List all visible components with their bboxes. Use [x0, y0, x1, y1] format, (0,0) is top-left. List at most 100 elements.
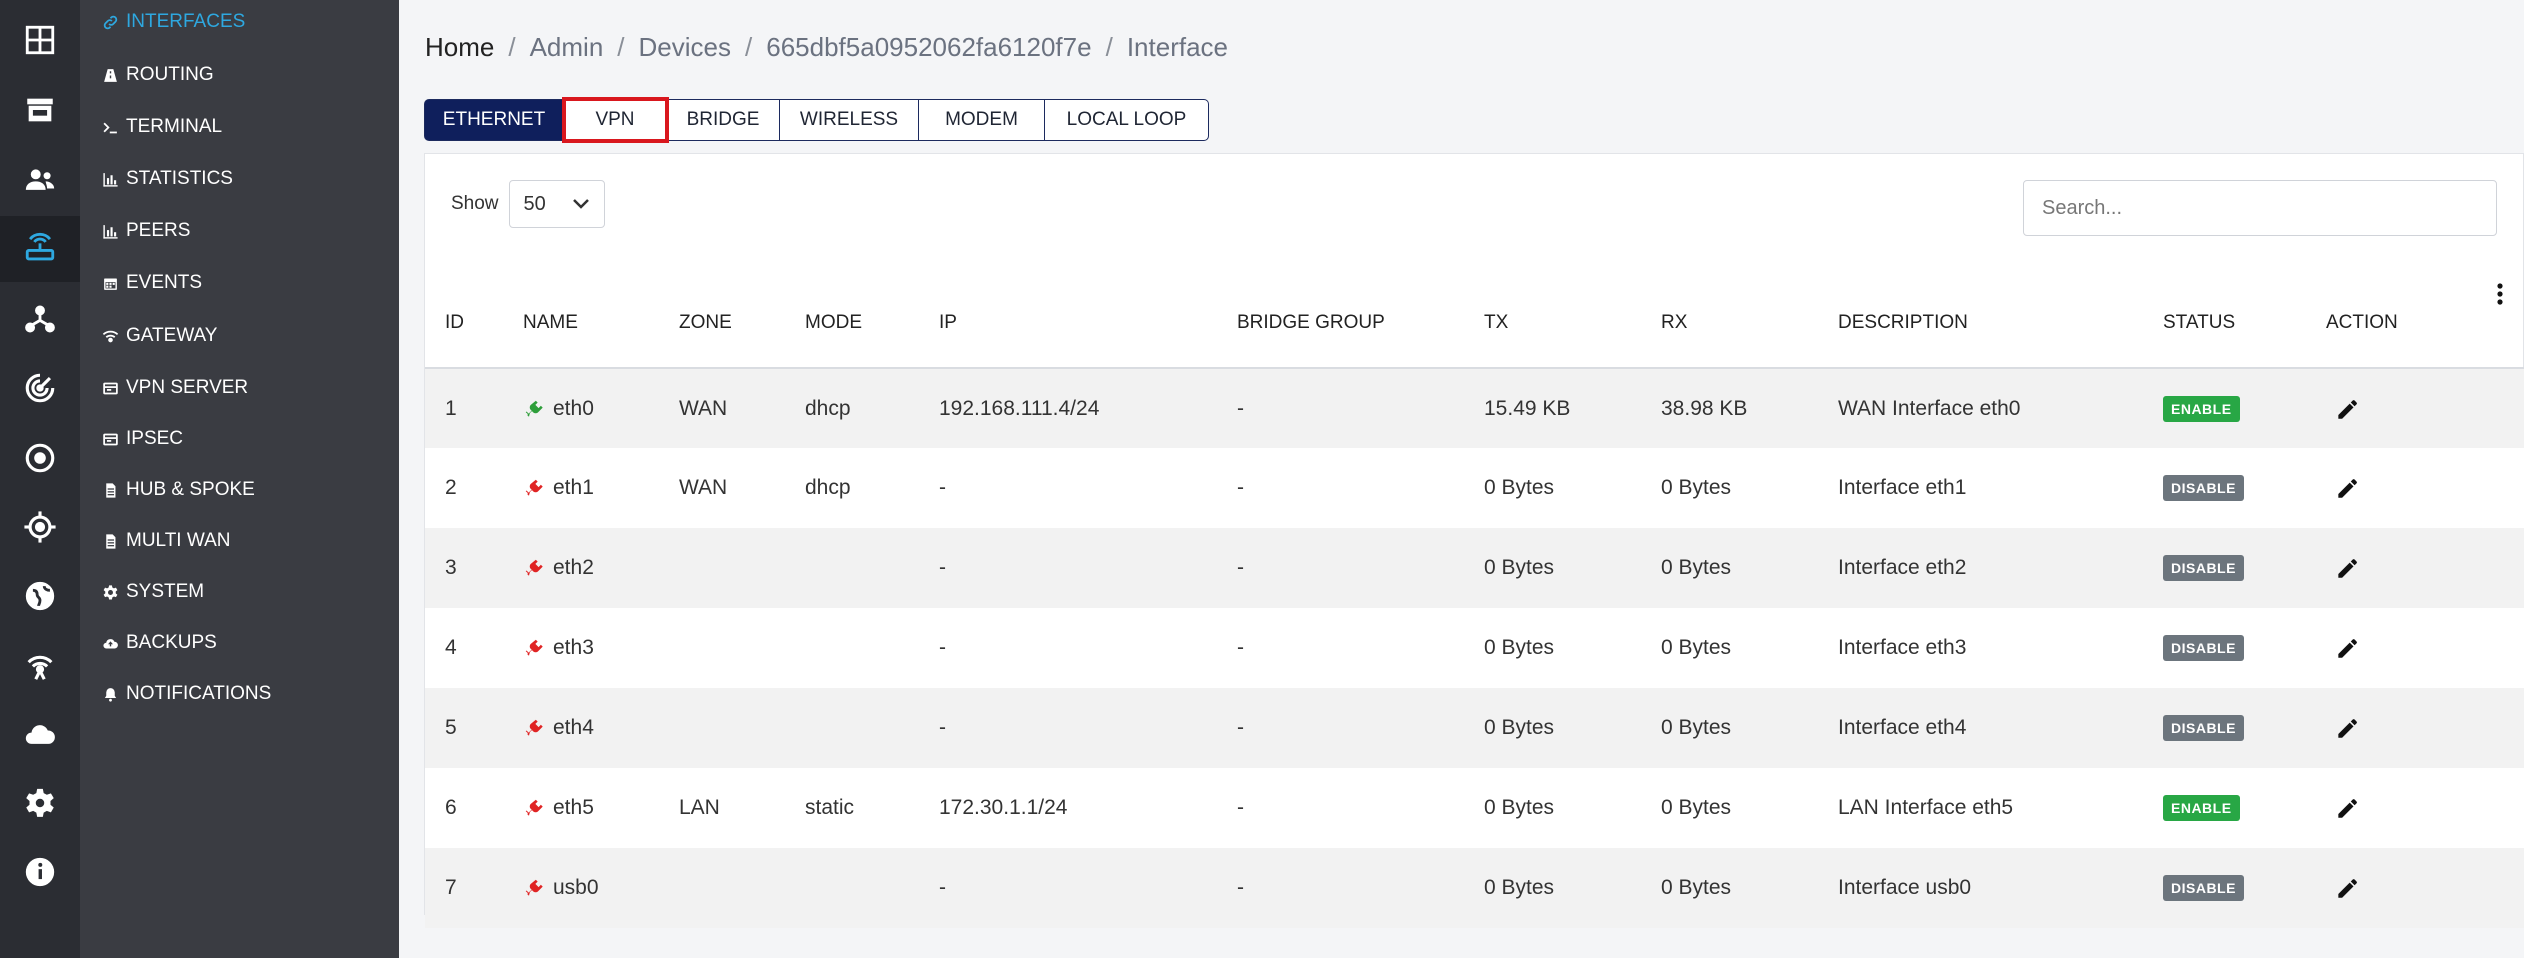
subnav-item-ipsec[interactable]: IPSEC — [102, 419, 183, 459]
subnav-label: STATISTICS — [126, 168, 233, 189]
cell-mode: static — [785, 768, 919, 848]
server-icon — [103, 433, 118, 445]
cell-tx: 0 Bytes — [1464, 608, 1641, 688]
gear-icon — [103, 584, 118, 599]
subnav-item-peers[interactable]: PEERS — [102, 211, 190, 251]
subnav-label: MULTI WAN — [126, 530, 231, 551]
icon-rail — [0, 0, 80, 958]
radar-icon[interactable] — [0, 355, 80, 421]
column-header-zone[interactable]: ZONE — [659, 270, 785, 369]
cell-bridge: - — [1217, 768, 1464, 848]
breadcrumb-device-id[interactable]: 665dbf5a0952062fa6120f7e — [766, 32, 1091, 63]
cell-bridge: - — [1217, 608, 1464, 688]
cell-bridge: - — [1217, 448, 1464, 528]
bar-chart-icon — [103, 172, 118, 187]
subnav-item-system[interactable]: SYSTEM — [102, 572, 204, 612]
cell-ip: - — [919, 688, 1217, 768]
status-badge: ENABLE — [2163, 395, 2240, 422]
subnav-item-gateway[interactable]: GATEWAY — [102, 316, 217, 356]
edit-pencil-icon[interactable] — [2326, 715, 2524, 741]
subnav-item-statistics[interactable]: STATISTICS — [102, 159, 233, 199]
column-header-id[interactable]: ID — [425, 270, 503, 369]
cell-name: eth2 — [503, 528, 659, 608]
terminal-icon — [103, 122, 117, 133]
subnav-item-routing[interactable]: ROUTING — [102, 55, 214, 95]
network-topology-icon[interactable] — [0, 286, 80, 352]
globe-icon[interactable] — [0, 563, 80, 629]
table-row: 4 eth3- -0 Bytes 0 Bytes Interface eth3 DISAB… — [425, 608, 2524, 688]
edit-pencil-icon[interactable] — [2326, 475, 2524, 501]
column-header-description[interactable]: DESCRIPTION — [1818, 270, 2143, 369]
breadcrumb-admin[interactable]: Admin — [530, 32, 604, 63]
subnav-item-interfaces[interactable]: INTERFACES — [102, 2, 245, 42]
cell-tx: 0 Bytes — [1464, 448, 1641, 528]
search-input[interactable] — [2023, 180, 2497, 236]
router-icon[interactable] — [0, 216, 80, 282]
breadcrumb: Home / Admin / Devices / 665dbf5a0952062… — [425, 32, 1228, 63]
column-header-tx[interactable]: TX — [1464, 270, 1641, 369]
cell-id: 1 — [425, 368, 503, 448]
subnav-item-hub-spoke[interactable]: HUB & SPOKE — [102, 470, 255, 510]
interface-name: eth5 — [553, 796, 594, 819]
tab-local-loop[interactable]: LOCAL LOOP — [1045, 99, 1209, 141]
subnav-item-notifications[interactable]: NOTIFICATIONS — [102, 674, 271, 714]
store-icon[interactable] — [0, 77, 80, 143]
cell-tx: 0 Bytes — [1464, 768, 1641, 848]
cell-name: eth0 — [503, 368, 659, 448]
tab-vpn[interactable]: VPN — [562, 97, 669, 143]
crosshair-icon[interactable] — [0, 494, 80, 560]
subnav-label: HUB & SPOKE — [126, 479, 255, 500]
cell-zone — [659, 528, 785, 608]
cell-bridge: - — [1217, 848, 1464, 928]
page-size-control: Show 50 — [451, 180, 605, 228]
wifi-icon — [102, 330, 119, 342]
antenna-broadcast-icon[interactable] — [0, 632, 80, 698]
table-row: 7 usb0- -0 Bytes 0 Bytes Interface usb0 DISAB… — [425, 848, 2524, 928]
cell-desc: Interface eth1 — [1818, 448, 2143, 528]
subnav-item-multi-wan[interactable]: MULTI WAN — [102, 521, 231, 561]
subnav-item-backups[interactable]: BACKUPS — [102, 623, 217, 663]
column-header-mode[interactable]: MODE — [785, 270, 919, 369]
edit-pencil-icon[interactable] — [2326, 555, 2524, 581]
cell-action — [2306, 848, 2524, 928]
tab-bridge[interactable]: BRIDGE — [667, 99, 780, 141]
bar-chart-icon — [103, 224, 118, 239]
cell-id: 7 — [425, 848, 503, 928]
cloud-upload-icon — [103, 638, 118, 648]
edit-pencil-icon[interactable] — [2326, 396, 2524, 422]
settings-gear-icon[interactable] — [0, 770, 80, 836]
cell-name: eth4 — [503, 688, 659, 768]
column-header-ip[interactable]: IP — [919, 270, 1217, 369]
column-header-name[interactable]: NAME — [503, 270, 659, 369]
edit-pencil-icon[interactable] — [2326, 875, 2524, 901]
tab-wireless[interactable]: WIRELESS — [780, 99, 919, 141]
breadcrumb-separator: / — [617, 32, 625, 62]
edit-pencil-icon[interactable] — [2326, 635, 2524, 661]
breadcrumb-separator: / — [1105, 32, 1113, 62]
bell-icon — [104, 687, 117, 702]
target-circle-icon[interactable] — [0, 425, 80, 491]
tab-modem[interactable]: MODEM — [919, 99, 1045, 141]
subnav-item-events[interactable]: EVENTS — [102, 263, 202, 303]
cell-ip: 192.168.111.4/24 — [919, 368, 1217, 448]
column-header-bridge-group[interactable]: BRIDGE GROUP — [1217, 270, 1464, 369]
tab-ethernet[interactable]: ETHERNET — [424, 99, 564, 141]
cloud-icon[interactable] — [0, 701, 80, 767]
info-icon[interactable] — [0, 839, 80, 905]
edit-pencil-icon[interactable] — [2326, 795, 2524, 821]
subnav-item-terminal[interactable]: TERMINAL — [102, 107, 222, 147]
cell-mode — [785, 688, 919, 768]
page-size-select[interactable]: 50 — [508, 180, 605, 228]
subnav-item-vpn-server[interactable]: VPN SERVER — [102, 368, 248, 408]
column-header-status[interactable]: STATUS — [2143, 270, 2306, 369]
users-icon[interactable] — [0, 147, 80, 213]
breadcrumb-home[interactable]: Home — [425, 32, 494, 63]
breadcrumb-devices[interactable]: Devices — [639, 32, 731, 63]
dashboard-grid-icon[interactable] — [0, 7, 80, 73]
cell-tx: 0 Bytes — [1464, 528, 1641, 608]
plug-connected-icon — [523, 398, 545, 420]
cell-rx: 0 Bytes — [1641, 848, 1818, 928]
column-header-rx[interactable]: RX — [1641, 270, 1818, 369]
cell-status: DISABLE — [2143, 528, 2306, 608]
cell-status: DISABLE — [2143, 848, 2306, 928]
